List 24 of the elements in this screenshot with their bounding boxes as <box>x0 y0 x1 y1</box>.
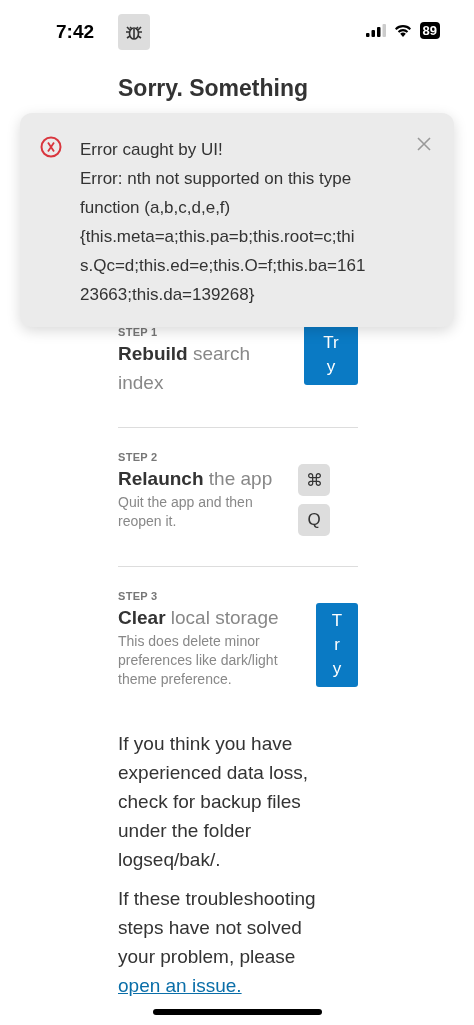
step-label: STEP 2 <box>118 450 159 464</box>
key-cap: ⌘ <box>298 464 330 496</box>
battery-level: 89 <box>419 22 440 39</box>
bug-button[interactable] <box>118 14 150 50</box>
step-label: STEP 1 <box>118 325 159 339</box>
step-label: STEP 3 <box>118 589 159 603</box>
error-icon <box>40 136 62 158</box>
page-heading: Sorry. Something <box>118 74 309 103</box>
help-paragraph: If these troubleshooting steps have not solved your problem, please open an issue. <box>118 887 317 998</box>
step-description: Quit the app and then reopen it. <box>118 493 254 531</box>
step-description: This does delete minor preferences like dark/light theme preference. <box>118 632 279 689</box>
step-title: Clear local storage <box>118 606 280 630</box>
step-title: Rebuild search index <box>118 342 251 395</box>
error-message: Error: nth not supported on this type function (a,b,c,d,e,f) {this.meta=a;this.pa=b;this.root=c;thi s.Qc=d;this.ed=e;this.O=f;this.ba=161 23663;this.da=139268} <box>80 168 366 306</box>
key-cap: Q <box>298 504 330 536</box>
step-title: Relaunch the app <box>118 467 274 491</box>
wifi-icon <box>393 24 412 37</box>
toast-title: Error caught by UI! <box>80 139 223 161</box>
help-paragraph: If you think you have experienced data loss, check for backup files under the folder logseq/bak/. <box>118 732 310 872</box>
issue-link[interactable]: open an issue. <box>118 975 242 996</box>
signal-icon <box>365 24 386 37</box>
try-button[interactable]: Try <box>316 603 358 687</box>
status-time: 7:42 <box>56 21 96 43</box>
try-button[interactable]: Try <box>304 325 358 385</box>
